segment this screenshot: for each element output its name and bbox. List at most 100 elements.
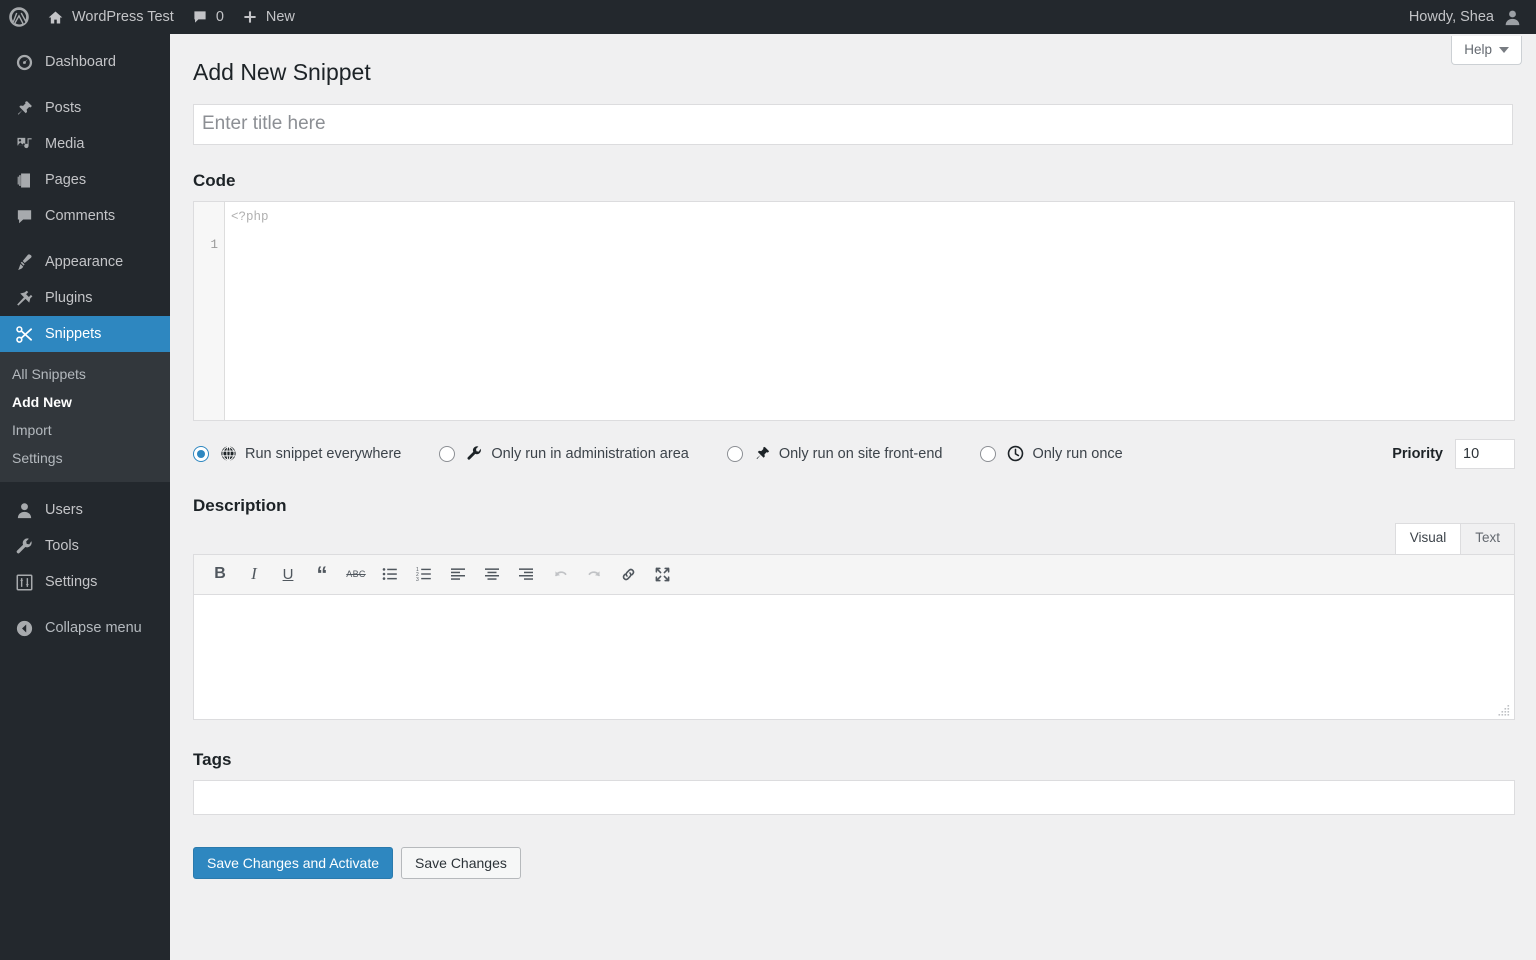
new-content-menu[interactable]: New bbox=[233, 0, 304, 34]
pin-icon bbox=[754, 445, 771, 462]
help-tab-button[interactable]: Help bbox=[1451, 36, 1522, 65]
pin-icon bbox=[12, 99, 36, 118]
scope-option-everywhere[interactable]: Run snippet everywhere bbox=[193, 445, 401, 462]
scope-label: Run snippet everywhere bbox=[245, 445, 402, 462]
sidebar-item-appearance[interactable]: Appearance bbox=[0, 244, 170, 280]
sidebar-item-posts[interactable]: Posts bbox=[0, 90, 170, 126]
scope-label: Only run in administration area bbox=[491, 445, 689, 462]
priority-label: Priority bbox=[1392, 445, 1443, 462]
wrench-icon bbox=[12, 537, 36, 556]
scope-label: Only run on site front-end bbox=[778, 445, 943, 462]
redo-icon[interactable] bbox=[578, 559, 610, 589]
sidebar-item-label: Posts bbox=[45, 100, 82, 116]
collapse-menu-label: Collapse menu bbox=[45, 620, 142, 636]
menu-spacer bbox=[0, 80, 170, 90]
strikethrough-icon[interactable]: ABC bbox=[340, 559, 372, 589]
submenu-item-all-snippets[interactable]: All Snippets bbox=[0, 360, 170, 388]
snippet-title-input[interactable] bbox=[193, 103, 1513, 145]
site-name-label: WordPress Test bbox=[72, 9, 174, 25]
sidebar-item-label: Tools bbox=[45, 538, 79, 554]
tab-text[interactable]: Text bbox=[1460, 523, 1515, 554]
link-icon[interactable] bbox=[612, 559, 644, 589]
sidebar-item-settings[interactable]: Settings bbox=[0, 564, 170, 600]
sidebar-item-label: Plugins bbox=[45, 290, 93, 306]
scope-option-admin[interactable]: Only run in administration area bbox=[439, 445, 689, 462]
radio-once[interactable] bbox=[980, 445, 997, 462]
page-title: Add New Snippet bbox=[193, 59, 371, 85]
svg-text:3: 3 bbox=[416, 577, 419, 582]
user-icon bbox=[12, 501, 36, 520]
wordpress-logo-menu[interactable] bbox=[0, 0, 38, 34]
radio-admin[interactable] bbox=[439, 445, 456, 462]
tags-input[interactable] bbox=[193, 779, 1515, 815]
sidebar-item-label: Comments bbox=[45, 208, 116, 224]
scope-options-row: Run snippet everywhere Only run in admin… bbox=[193, 438, 1515, 469]
admin-bar-right: Howdy, Shea bbox=[1409, 8, 1536, 27]
blockquote-icon[interactable]: “ bbox=[306, 559, 338, 589]
radio-everywhere[interactable] bbox=[193, 445, 209, 462]
sidebar-item-media[interactable]: Media bbox=[0, 126, 170, 162]
home-icon bbox=[47, 9, 64, 26]
submenu-item-import[interactable]: Import bbox=[0, 416, 170, 444]
account-menu[interactable]: Howdy, Shea bbox=[1409, 8, 1522, 27]
comment-bubble-icon bbox=[12, 207, 36, 226]
sidebar-item-users[interactable]: Users bbox=[0, 492, 170, 528]
collapse-menu-button[interactable]: Collapse menu bbox=[0, 610, 170, 646]
snippets-submenu: All Snippets Add New Import Settings bbox=[0, 352, 170, 482]
code-editor[interactable]: 1 <?php bbox=[193, 200, 1515, 421]
comments-menu[interactable]: 0 bbox=[183, 0, 233, 34]
sidebar-item-comments[interactable]: Comments bbox=[0, 198, 170, 234]
underline-icon[interactable]: U bbox=[272, 559, 304, 589]
user-avatar-icon bbox=[1503, 8, 1522, 27]
admin-bar: WordPress Test 0 New Howdy, Shea bbox=[0, 0, 1536, 34]
fullscreen-icon[interactable] bbox=[646, 559, 678, 589]
menu-spacer bbox=[0, 34, 170, 44]
radio-frontend[interactable] bbox=[726, 445, 743, 462]
current-menu-arrow bbox=[170, 326, 178, 342]
align-right-icon[interactable] bbox=[510, 559, 542, 589]
form-actions: Save Changes and Activate Save Changes bbox=[193, 846, 1536, 879]
bold-icon[interactable]: B bbox=[204, 559, 236, 589]
scope-option-once[interactable]: Only run once bbox=[980, 445, 1123, 462]
italic-icon[interactable]: I bbox=[238, 559, 270, 589]
menu-spacer bbox=[0, 482, 170, 492]
wordpress-logo-icon bbox=[9, 7, 29, 27]
sidebar-item-pages[interactable]: Pages bbox=[0, 162, 170, 198]
wrench-icon bbox=[466, 445, 483, 462]
scissors-icon bbox=[12, 325, 36, 344]
undo-icon[interactable] bbox=[544, 559, 576, 589]
editor-box: B I U “ ABC 123 bbox=[193, 553, 1515, 720]
sliders-icon bbox=[12, 573, 36, 592]
sidebar-item-dashboard[interactable]: Dashboard bbox=[0, 44, 170, 80]
sidebar-item-label: Users bbox=[45, 502, 83, 518]
code-input-area[interactable]: <?php bbox=[225, 202, 1514, 420]
save-changes-button[interactable]: Save Changes bbox=[401, 846, 521, 879]
globe-icon bbox=[220, 445, 237, 462]
pages-icon bbox=[12, 171, 36, 190]
plug-icon bbox=[12, 289, 36, 308]
resize-grip-icon[interactable] bbox=[1497, 704, 1511, 716]
sidebar-item-snippets[interactable]: Snippets bbox=[0, 316, 178, 352]
save-and-activate-button[interactable]: Save Changes and Activate bbox=[193, 846, 394, 879]
sidebar-item-label: Settings bbox=[45, 574, 98, 590]
scope-option-frontend[interactable]: Only run on site front-end bbox=[726, 445, 943, 462]
bulleted-list-icon[interactable] bbox=[374, 559, 406, 589]
chevron-down-icon bbox=[1499, 46, 1509, 53]
clock-icon bbox=[1007, 445, 1024, 462]
sidebar-item-tools[interactable]: Tools bbox=[0, 528, 170, 564]
submenu-item-settings[interactable]: Settings bbox=[0, 444, 170, 472]
description-editor: Visual Text B I U “ ABC 123 bbox=[193, 523, 1515, 720]
numbered-list-icon[interactable]: 123 bbox=[408, 559, 440, 589]
description-input-area[interactable] bbox=[194, 594, 1514, 719]
comments-count: 0 bbox=[215, 9, 224, 25]
align-center-icon[interactable] bbox=[476, 559, 508, 589]
align-left-icon[interactable] bbox=[442, 559, 474, 589]
editor-toolbar: B I U “ ABC 123 bbox=[194, 554, 1514, 595]
comment-bubble-icon bbox=[192, 9, 208, 25]
priority-input[interactable] bbox=[1455, 438, 1515, 469]
submenu-item-add-new[interactable]: Add New bbox=[0, 388, 170, 416]
sidebar-item-plugins[interactable]: Plugins bbox=[0, 280, 170, 316]
site-name-menu[interactable]: WordPress Test bbox=[38, 0, 183, 34]
tab-visual[interactable]: Visual bbox=[1394, 523, 1462, 554]
menu-spacer bbox=[0, 234, 170, 244]
